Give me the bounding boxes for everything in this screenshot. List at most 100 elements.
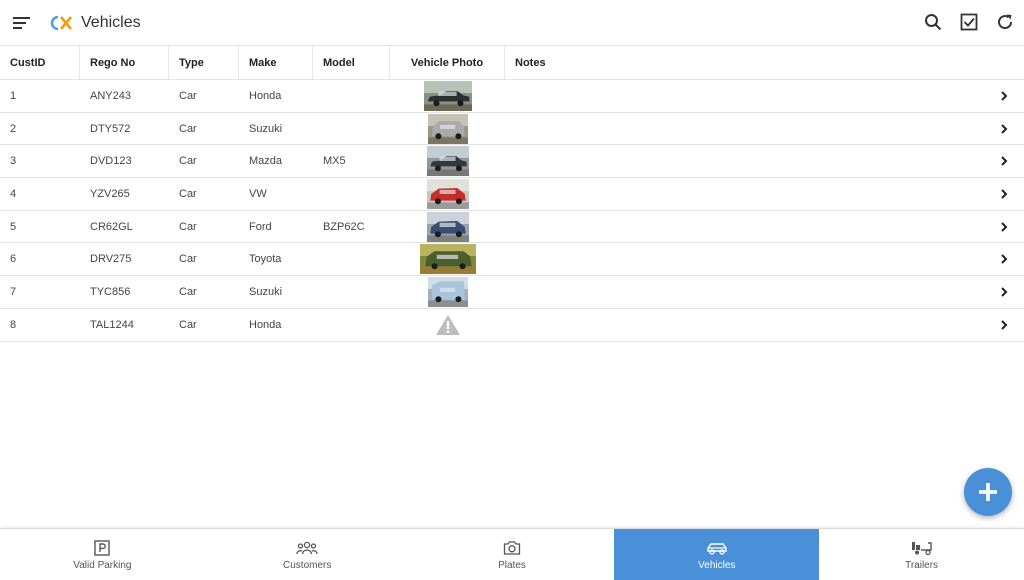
vehicle-photo[interactable] xyxy=(427,113,468,144)
vehicle-photo[interactable] xyxy=(426,178,469,209)
vehicle-photo[interactable] xyxy=(426,211,469,242)
table-body: 1 ANY243 Car Honda 2 DTY572 Car Suzuki 3 DVD123 Ca… xyxy=(0,80,1024,342)
nav-item-label: Plates xyxy=(498,559,526,571)
header-actions xyxy=(922,11,1016,33)
cell-type: Car xyxy=(179,285,197,298)
cell-photo xyxy=(390,113,505,145)
cell-make: Honda xyxy=(249,89,282,102)
cell-notes xyxy=(505,80,984,112)
cell-photo xyxy=(390,309,505,341)
column-header-custid[interactable]: CustID xyxy=(0,46,80,79)
cell-make: VW xyxy=(249,187,267,200)
chevron-right-icon[interactable] xyxy=(984,156,1024,166)
cell-make: Honda xyxy=(249,318,282,331)
select-checkbox-icon[interactable] xyxy=(958,11,980,33)
table-row[interactable]: 3 DVD123 Car Mazda MX5 xyxy=(0,145,1024,179)
cell-notes xyxy=(505,211,984,243)
cell-custid: 1 xyxy=(10,89,17,102)
table-row[interactable]: 7 TYC856 Car Suzuki xyxy=(0,276,1024,309)
cell-rego: TAL1244 xyxy=(90,318,134,331)
table-row[interactable]: 5 CR62GL Car Ford BZP62C xyxy=(0,211,1024,244)
cell-make: Toyota xyxy=(249,253,282,266)
column-header-rego[interactable]: Rego No xyxy=(80,46,169,79)
cell-notes xyxy=(505,113,984,145)
plus-icon xyxy=(979,483,997,501)
vehicle-photo[interactable] xyxy=(427,276,468,307)
menu-icon[interactable] xyxy=(13,13,33,33)
cell-custid: 4 xyxy=(10,187,17,200)
nav-item-vehicles[interactable]: Vehicles xyxy=(614,529,820,580)
chevron-right-icon[interactable] xyxy=(984,319,1024,330)
cell-model xyxy=(313,80,390,112)
nav-item-label: Customers xyxy=(283,559,332,571)
cell-type: Car xyxy=(179,318,197,331)
column-header-notes[interactable]: Notes xyxy=(505,46,1024,79)
cell-type: Car xyxy=(179,155,197,168)
cell-custid: 8 xyxy=(10,318,17,331)
app-header: Vehicles xyxy=(0,0,1024,46)
cell-make: Suzuki xyxy=(249,122,283,135)
cell-notes xyxy=(505,145,984,177)
page-title: Vehicles xyxy=(81,13,141,31)
column-header-model[interactable]: Model xyxy=(313,46,390,79)
cell-rego: DTY572 xyxy=(90,122,131,135)
vehicle-photo[interactable] xyxy=(419,244,476,275)
cell-notes xyxy=(505,276,984,308)
cell-model xyxy=(313,276,390,308)
nav-item-valid-parking[interactable]: Valid Parking xyxy=(0,529,205,580)
cell-rego: CR62GL xyxy=(90,220,133,233)
column-header-type[interactable]: Type xyxy=(169,46,239,79)
column-header-make[interactable]: Make xyxy=(239,46,313,79)
cell-make: Suzuki xyxy=(249,285,283,298)
cell-rego: ANY243 xyxy=(90,89,131,102)
cell-custid: 6 xyxy=(10,253,17,266)
cell-model: MX5 xyxy=(323,155,346,168)
people-icon xyxy=(296,539,318,557)
table-row[interactable]: 4 YZV265 Car VW xyxy=(0,178,1024,211)
cell-rego: DVD123 xyxy=(90,155,132,168)
chevron-right-icon[interactable] xyxy=(984,189,1024,199)
cell-type: Car xyxy=(179,122,197,135)
chevron-right-icon[interactable] xyxy=(984,221,1024,232)
cell-photo xyxy=(390,211,505,243)
table-row[interactable]: 6 DRV275 Car Toyota xyxy=(0,243,1024,277)
cell-photo xyxy=(390,276,505,308)
add-vehicle-button[interactable] xyxy=(964,468,1012,516)
camera-icon xyxy=(501,539,523,557)
vehicle-photo[interactable] xyxy=(426,146,469,177)
bottom-nav: Valid Parking Customers Plates Vehicles Trai… xyxy=(0,528,1024,580)
cell-type: Car xyxy=(179,253,197,266)
search-icon[interactable] xyxy=(922,11,944,33)
nav-item-plates[interactable]: Plates xyxy=(410,529,615,580)
cell-custid: 3 xyxy=(10,155,17,168)
table-row[interactable]: 8 TAL1244 Car Honda xyxy=(0,309,1024,342)
cell-model xyxy=(313,113,390,145)
nav-item-label: Trailers xyxy=(905,559,939,571)
refresh-icon[interactable] xyxy=(994,11,1016,33)
chevron-right-icon[interactable] xyxy=(984,254,1024,264)
cell-notes xyxy=(505,178,984,210)
cell-notes xyxy=(505,309,984,341)
table-header-row: CustID Rego No Type Make Model Vehicle P… xyxy=(0,46,1024,80)
cell-notes xyxy=(505,243,984,275)
parking-icon xyxy=(91,539,113,557)
cell-model: BZP62C xyxy=(323,220,365,233)
vehicle-photo[interactable] xyxy=(423,80,472,111)
table-row[interactable]: 2 DTY572 Car Suzuki xyxy=(0,113,1024,146)
vehicles-table: CustID Rego No Type Make Model Vehicle P… xyxy=(0,46,1024,342)
chevron-right-icon[interactable] xyxy=(984,123,1024,134)
table-row[interactable]: 1 ANY243 Car Honda xyxy=(0,80,1024,113)
cell-photo xyxy=(390,145,505,177)
car-icon xyxy=(706,539,728,557)
cell-rego: TYC856 xyxy=(90,285,131,298)
warning-icon xyxy=(435,314,460,335)
nav-item-trailers[interactable]: Trailers xyxy=(819,529,1024,580)
cell-model xyxy=(313,243,390,275)
cell-make: Mazda xyxy=(249,155,283,168)
chevron-right-icon[interactable] xyxy=(984,287,1024,297)
column-header-photo[interactable]: Vehicle Photo xyxy=(390,46,505,79)
trailer-icon xyxy=(911,539,933,557)
cell-custid: 7 xyxy=(10,285,17,298)
chevron-right-icon[interactable] xyxy=(984,91,1024,101)
nav-item-customers[interactable]: Customers xyxy=(205,529,410,580)
